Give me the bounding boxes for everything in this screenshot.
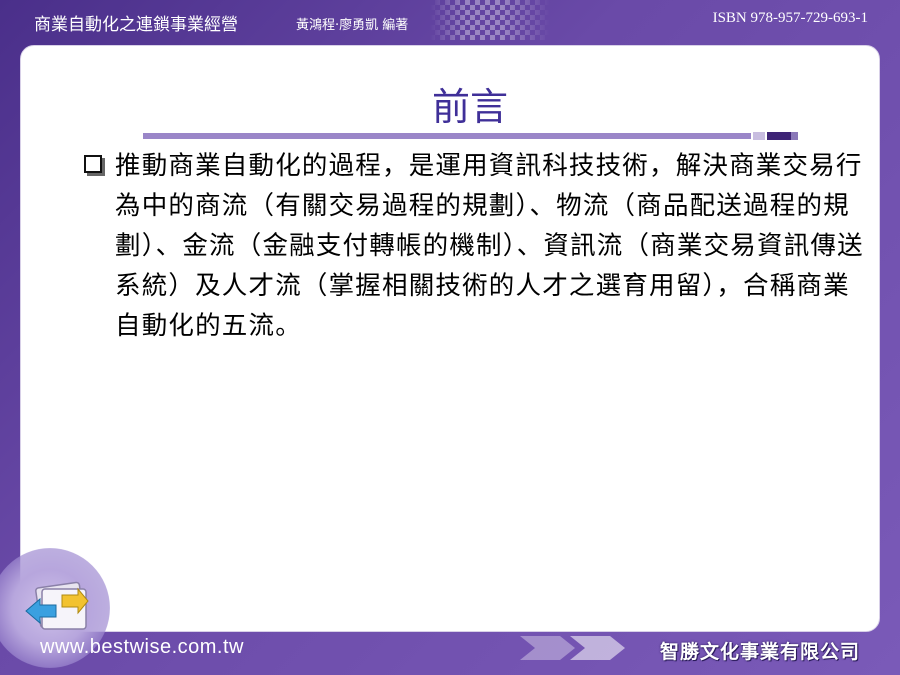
publisher-name: 智勝文化事業有限公司 (659, 641, 860, 663)
bullet-text: 推動商業自動化的過程，是運用資訊科技技術，解決商業交易行為中的商流（有關交易過程… (115, 151, 864, 341)
divider-block-mid (791, 132, 798, 140)
title-divider (143, 132, 798, 140)
divider-bar (143, 133, 751, 139)
divider-block-dark (767, 132, 791, 140)
checkbox-bullet-icon (84, 155, 102, 173)
book-title: 商業自動化之連鎖事業經營 (34, 15, 238, 35)
authors-label: 黃鴻程‧廖勇凱 編著 (296, 18, 409, 33)
isbn-label: ISBN 978-957-729-693-1 (712, 10, 868, 26)
double-arrow-icon (520, 636, 625, 660)
checker-pattern-decoration (430, 0, 550, 40)
divider-block-light (753, 132, 765, 140)
slide-title: 前言 (431, 85, 508, 129)
footer-url-link[interactable]: www.bestwise.com.tw (40, 636, 244, 659)
folder-arrows-icon (25, 581, 89, 630)
slide-header: 商業自動化之連鎖事業經營 黃鴻程‧廖勇凱 編著 ISBN 978-957-729… (0, 0, 900, 44)
